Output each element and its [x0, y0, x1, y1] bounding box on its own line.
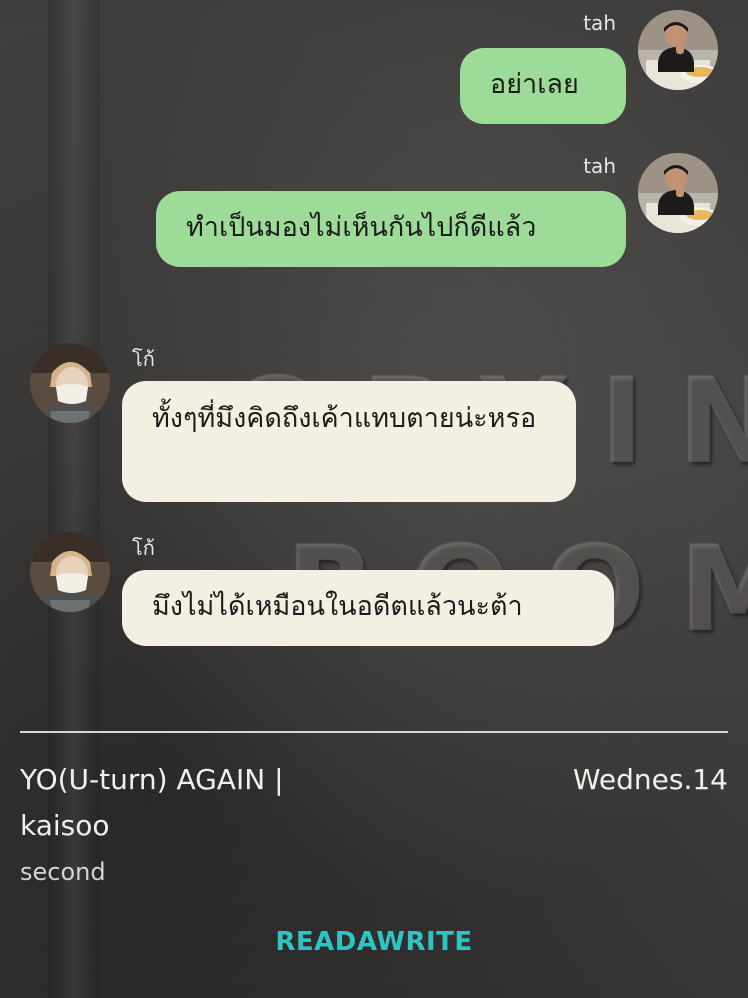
- avatar[interactable]: [638, 10, 718, 90]
- message-sender: tah: [583, 11, 616, 35]
- avatar-photo-ko: [30, 532, 110, 612]
- avatar-photo-tah: [638, 153, 718, 233]
- avatar-photo-tah: [638, 10, 718, 90]
- chapter-subtitle: second: [20, 858, 106, 886]
- avatar[interactable]: [30, 343, 110, 423]
- chapter-date: Wednes.14: [572, 763, 728, 796]
- story-title[interactable]: YO(U-turn) AGAIN | kaisoo: [20, 757, 340, 849]
- message-sender: โก้: [132, 536, 155, 560]
- avatar[interactable]: [638, 153, 718, 233]
- message-sender: tah: [583, 154, 616, 178]
- avatar-photo-ko: [30, 343, 110, 423]
- avatar[interactable]: [30, 532, 110, 612]
- message-bubble: อย่าเลย: [460, 48, 626, 124]
- message-bubble: ทำเป็นมองไม่เห็นกันไปก็ดีแล้ว: [156, 191, 626, 267]
- message-sender: โก้: [132, 347, 155, 371]
- message-bubble: มึงไม่ได้เหมือนในอดีตแล้วนะต้า: [122, 570, 614, 646]
- message-bubble: ทั้งๆที่มึงคิดถึงเค้าแทบตายน่ะหรอ: [122, 381, 576, 502]
- readawrite-logo[interactable]: READAWRITE: [274, 924, 474, 960]
- divider: [20, 731, 728, 733]
